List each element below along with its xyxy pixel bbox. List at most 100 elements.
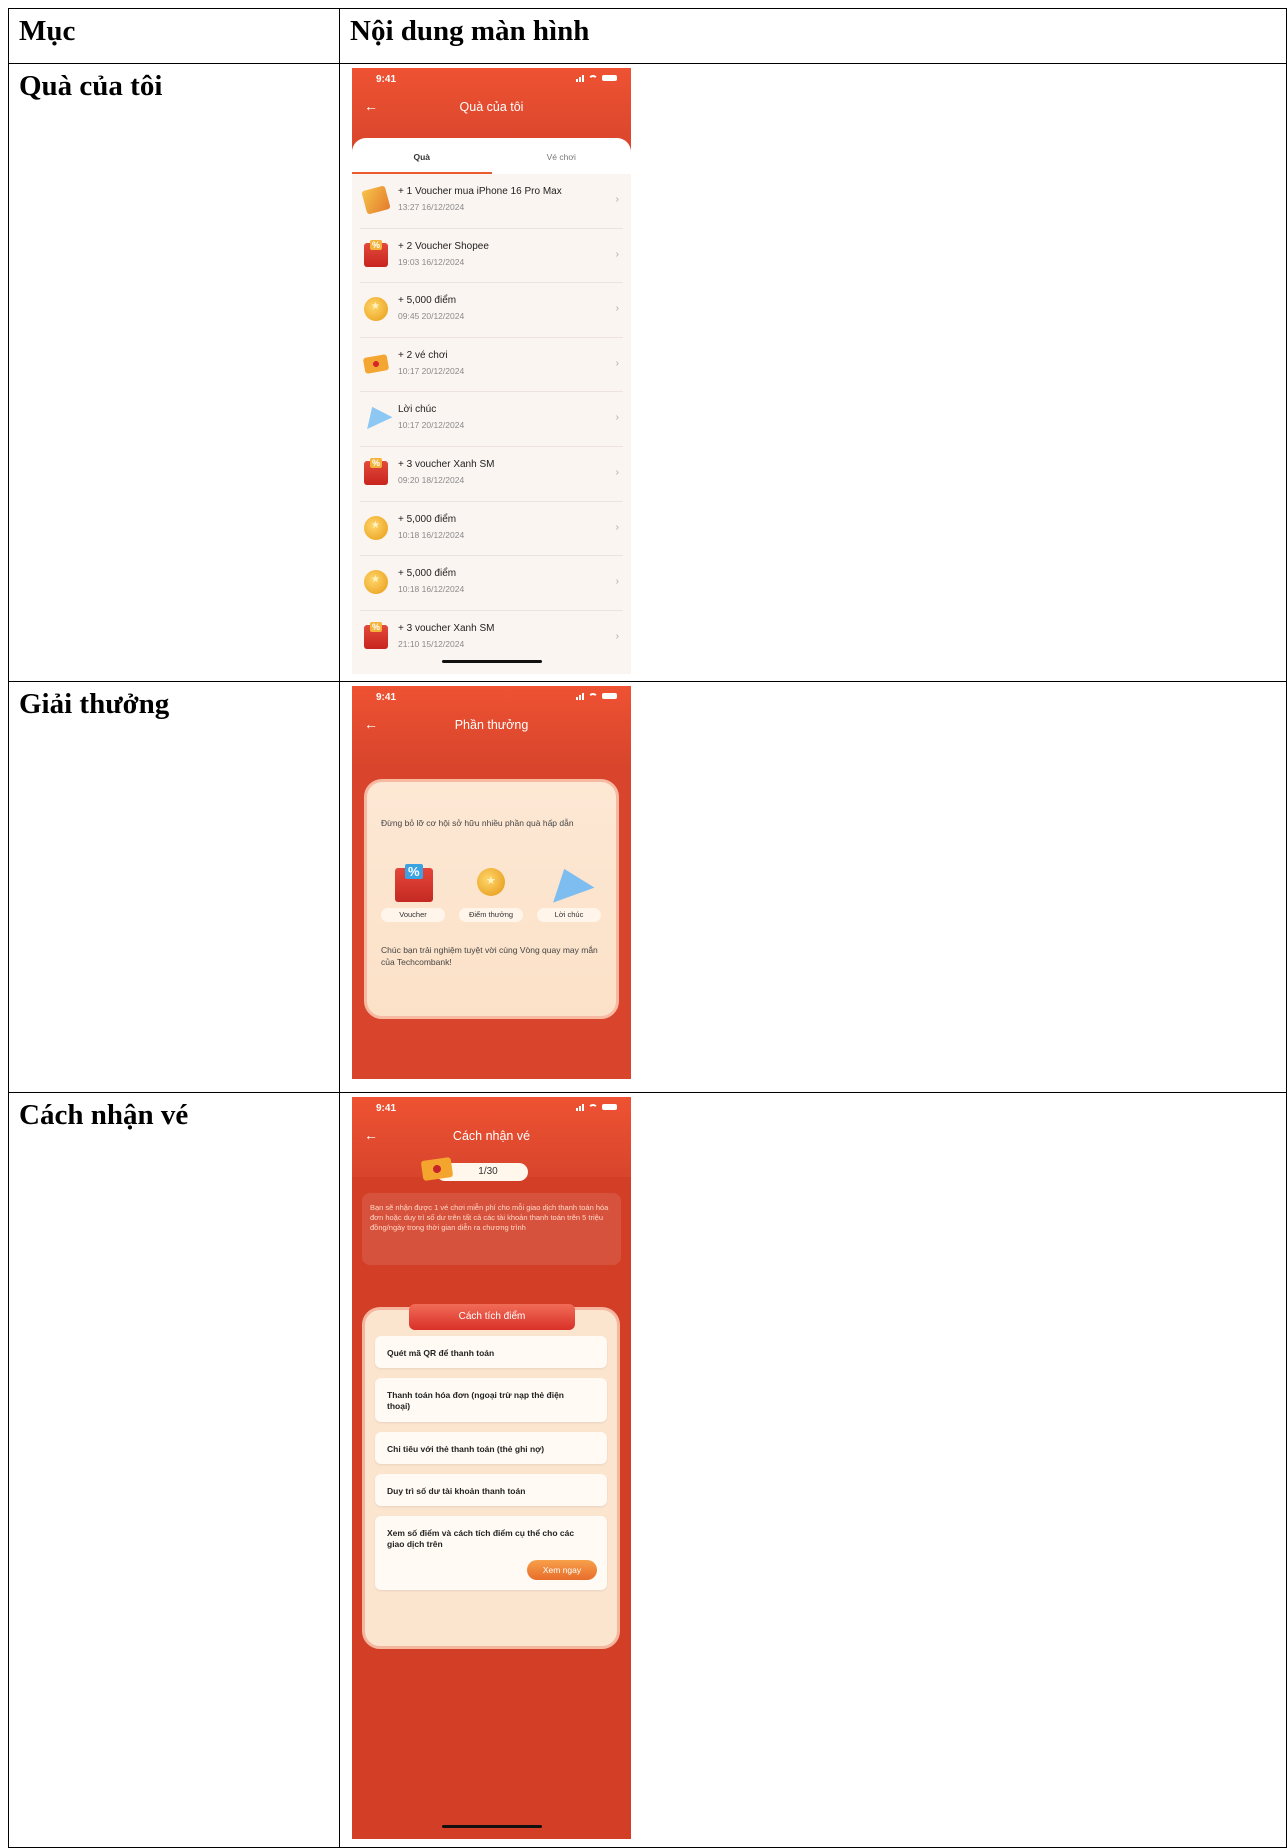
list-item[interactable]: + 5,000 điểm 09:45 20/12/2024 › (360, 283, 623, 338)
screen-rewards: 9:41 ← Phần thưởng Đừng bỏ lỡ cơ hội sở … (352, 686, 631, 1079)
reward-item-points: Điểm thưởng (459, 868, 523, 928)
table-row: Quà của tôi 9:41 ← Quà của tôi Quà Vé ch… (8, 63, 1287, 682)
item-time: 10:17 20/12/2024 (398, 365, 465, 376)
list-item[interactable]: + 1 Voucher mua iPhone 16 Pro Max 13:27 … (360, 174, 623, 229)
method-item: Thanh toán hóa đơn (ngoại trừ nạp thẻ đi… (375, 1378, 607, 1422)
home-indicator (441, 660, 542, 663)
document-table: Mục Nội dung màn hình Quà của tôi 9:41 ←… (8, 8, 1287, 1848)
method-item: Quét mã QR để thanh toán (375, 1336, 607, 1368)
status-time: 9:41 (376, 692, 397, 703)
voucher-icon (361, 185, 391, 215)
reward-card: Đừng bỏ lỡ cơ hội sở hữu nhiều phần quà … (364, 779, 619, 1019)
coins-icon (477, 868, 505, 896)
item-title: + 5,000 điểm (398, 513, 457, 525)
status-time: 9:41 (376, 74, 397, 85)
info-box: Bạn sẽ nhận được 1 vé chơi miễn phí cho … (362, 1193, 621, 1265)
screen-cell: 9:41 ← Phần thưởng Đừng bỏ lỡ cơ hội sở … (339, 681, 1287, 1093)
reward-items: Voucher Điểm thưởng Lời chúc (381, 861, 606, 928)
row-label: Cách nhận vé (8, 1092, 340, 1848)
screen-cell: 9:41 ← Quà của tôi Quà Vé chơi + 1 Vouch… (339, 63, 1287, 682)
method-item: Duy trì số dư tài khoản thanh toán (375, 1474, 607, 1506)
screen-how-to-get-tickets: 9:41 ← Cách nhận vé 1/30 Bạn sẽ nhận đượ… (352, 1097, 631, 1839)
reward-item-wishes: Lời chúc (537, 861, 601, 928)
chevron-right-icon: › (615, 630, 619, 642)
methods-title: Cách tích điểm (409, 1304, 575, 1330)
table-row: Giải thưởng 9:41 ← Phần thưởng Đừng bỏ l… (8, 681, 1287, 1093)
reward-label: Điểm thưởng (459, 908, 523, 922)
header-muc: Mục (8, 8, 340, 64)
item-title: + 3 voucher Xanh SM (398, 458, 495, 470)
chevron-right-icon: › (615, 521, 619, 533)
signal-icon (576, 74, 584, 82)
chevron-right-icon: › (615, 412, 619, 424)
item-title: + 2 Voucher Shopee (398, 240, 489, 252)
list-item[interactable]: Lời chúc 10:17 20/12/2024 › (359, 392, 623, 447)
screen-title: Quà của tôi (459, 100, 524, 114)
item-time: 10:18 16/12/2024 (398, 584, 465, 595)
battery-icon (602, 1104, 617, 1110)
nav-bar: ← Phần thưởng (352, 716, 631, 740)
battery-icon (602, 75, 617, 81)
reward-intro-text: Đừng bỏ lỡ cơ hội sở hữu nhiều phần quà … (381, 818, 574, 828)
tab-bar: Quà Vé chơi (352, 138, 631, 174)
signal-icon (576, 1103, 584, 1111)
gift-box-icon (364, 457, 388, 485)
chevron-right-icon: › (615, 194, 619, 205)
chevron-right-icon: › (615, 303, 619, 315)
paper-plane-icon (359, 401, 393, 430)
reward-item-voucher: Voucher (381, 864, 445, 928)
list-item[interactable]: + 5,000 điểm 10:18 16/12/2024 › (360, 502, 623, 557)
reward-label: Lời chúc (537, 908, 601, 922)
list-item[interactable]: + 2 vé chơi 10:17 20/12/2024 › (360, 338, 623, 393)
item-title: + 2 vé chơi (398, 349, 448, 361)
wifi-icon (588, 74, 598, 82)
item-title: + 5,000 điểm (398, 568, 457, 580)
screen-cell: 9:41 ← Cách nhận vé 1/30 Bạn sẽ nhận đượ… (339, 1092, 1287, 1848)
status-icons (576, 1103, 617, 1111)
item-title: + 1 Voucher mua iPhone 16 Pro Max (398, 186, 562, 197)
item-time: 21:10 15/12/2024 (398, 638, 465, 649)
chevron-right-icon: › (615, 248, 619, 260)
methods-card: Cách tích điểm Quét mã QR để thanh toán … (362, 1304, 620, 1649)
status-bar: 9:41 (352, 1097, 631, 1119)
screen-my-gifts: 9:41 ← Quà của tôi Quà Vé chơi + 1 Vouch… (352, 68, 631, 674)
method-label: Thanh toán hóa đơn (ngoại trừ nạp thẻ đi… (387, 1390, 564, 1411)
row-label: Giải thưởng (8, 681, 340, 1093)
wifi-icon (588, 692, 598, 700)
list-item[interactable]: + 5,000 điểm 10:18 16/12/2024 › (360, 556, 623, 611)
gift-list: + 1 Voucher mua iPhone 16 Pro Max 13:27 … (352, 174, 631, 665)
item-time: 10:18 16/12/2024 (398, 529, 465, 540)
chevron-right-icon: › (615, 357, 619, 369)
item-time: 19:03 16/12/2024 (398, 256, 465, 267)
table-row: Cách nhận vé 9:41 ← Cách nhận vé 1/30 Bạ… (8, 1092, 1287, 1848)
gift-box-icon (364, 621, 388, 649)
list-item[interactable]: + 3 voucher Xanh SM 09:20 18/12/2024 › (360, 447, 623, 502)
signal-icon (576, 692, 584, 700)
list-item[interactable]: + 2 Voucher Shopee 19:03 16/12/2024 › (360, 229, 623, 284)
screen-title: Phần thưởng (454, 718, 529, 732)
method-label: Duy trì số dư tài khoản thanh toán (387, 1486, 526, 1496)
tab-gifts[interactable]: Quà (352, 152, 492, 162)
wifi-icon (588, 1103, 598, 1111)
screen-title: Cách nhận vé (452, 1129, 531, 1143)
table-header-row: Mục Nội dung màn hình (8, 8, 1287, 64)
method-label: Chi tiêu với thẻ thanh toán (thẻ ghi nợ) (387, 1444, 545, 1454)
status-time: 9:41 (376, 1103, 397, 1114)
chevron-right-icon: › (615, 576, 619, 588)
item-time: 13:27 16/12/2024 (398, 202, 465, 212)
method-label: Xem số điểm và cách tích điểm cụ thể cho… (387, 1528, 575, 1549)
item-title: + 5,000 điểm (398, 295, 457, 307)
chevron-right-icon: › (615, 466, 619, 478)
coin-icon (364, 570, 388, 595)
tab-tickets[interactable]: Vé chơi (492, 152, 632, 162)
coin-icon (364, 515, 388, 540)
method-item: Chi tiêu với thẻ thanh toán (thẻ ghi nợ) (375, 1432, 607, 1464)
nav-bar: ← Quà của tôi (352, 98, 631, 122)
status-icons (576, 74, 617, 82)
list-item[interactable]: + 3 voucher Xanh SM 21:10 15/12/2024 › (360, 611, 623, 666)
status-bar: 9:41 (352, 68, 631, 90)
home-indicator (441, 1825, 542, 1828)
item-time: 09:20 18/12/2024 (398, 474, 465, 485)
info-text: Bạn sẽ nhận được 1 vé chơi miễn phí cho … (370, 1203, 609, 1232)
view-now-button[interactable]: Xem ngay (527, 1560, 597, 1580)
